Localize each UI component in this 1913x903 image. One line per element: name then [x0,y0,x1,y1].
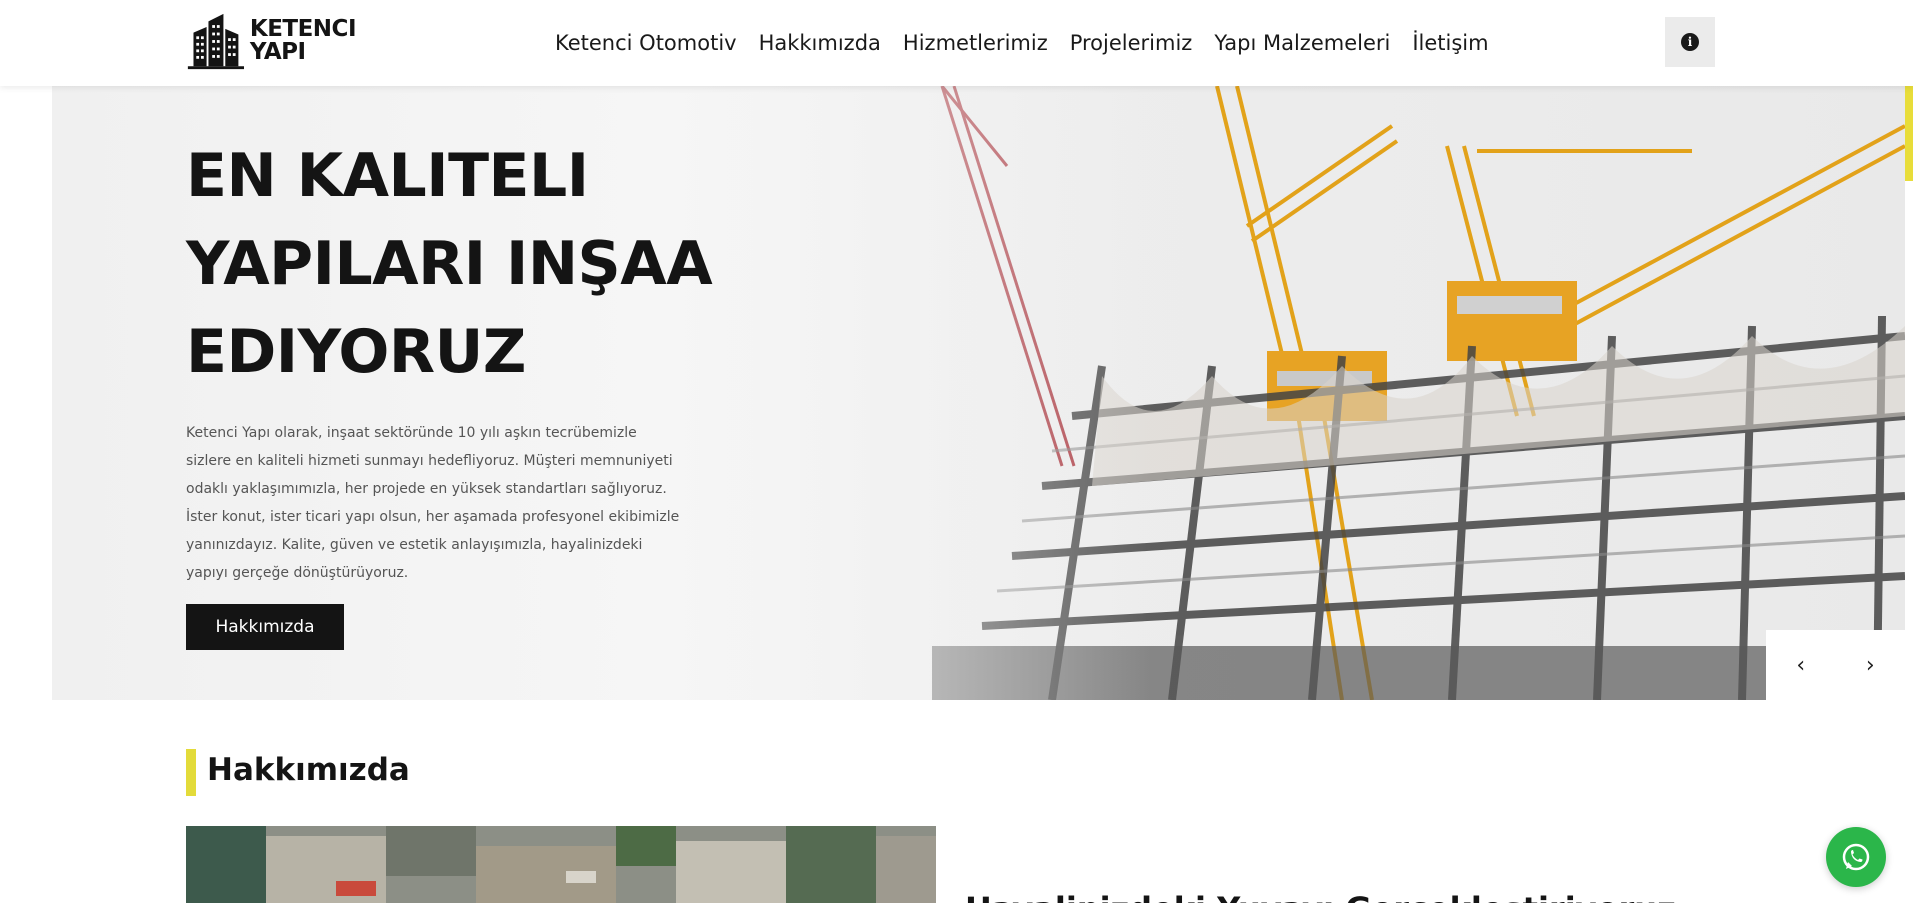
chevron-left-icon[interactable]: ‹ [1796,653,1805,678]
hero-about-button[interactable]: Hakkımızda [186,604,344,650]
hero-title-line: EN KALITELI [186,141,589,211]
scroll-progress-indicator [1905,86,1913,181]
nav-item-yapi-malzemeleri[interactable]: Yapı Malzemeleri [1214,31,1390,55]
about-heading: Hayalinizdeki Yuvayı Gerçekleştiriyoruz [965,890,1676,903]
main-nav: Ketenci Otomotiv Hakkımızda Hizmetlerimi… [555,0,1489,86]
hero-description: Ketenci Yapı olarak, inşaat sektöründe 1… [186,425,680,581]
site-header: KETENCI YAPI Ketenci Otomotiv Hakkımızda… [0,0,1913,86]
info-button[interactable]: i [1665,17,1715,67]
hero-title-line: YAPILARI INŞAA [186,229,713,299]
building-logo-icon [187,13,245,70]
chevron-right-icon[interactable]: › [1866,653,1875,678]
nav-item-hakkimizda[interactable]: Hakkımızda [759,31,881,55]
whatsapp-button[interactable] [1826,827,1886,887]
about-image [186,826,936,903]
brand-line-1: KETENCI [249,16,357,42]
section-accent-bar [186,749,196,796]
nav-item-projelerimiz[interactable]: Projelerimiz [1070,31,1193,55]
hero-slider: EN KALITELI YAPILARI INŞAA EDIYORUZ Kete… [52,86,1905,700]
info-icon: i [1681,33,1699,51]
hero-title-line: EDIYORUZ [186,317,526,387]
whatsapp-icon [1842,843,1870,871]
hero-title: EN KALITELI YAPILARI INŞAA EDIYORUZ [186,132,886,396]
construction-site-image [186,826,936,903]
slider-controls: ‹ › [1766,630,1905,700]
nav-item-hizmetlerimiz[interactable]: Hizmetlerimiz [903,31,1048,55]
brand-name: KETENCI YAPI [249,16,357,65]
nav-item-ketenci-otomotiv[interactable]: Ketenci Otomotiv [555,31,737,55]
about-section-title: Hakkımızda [207,752,410,788]
brand-logo[interactable]: KETENCI YAPI [186,10,357,72]
brand-line-2: YAPI [249,39,306,65]
nav-item-iletisim[interactable]: İletişim [1412,31,1488,55]
